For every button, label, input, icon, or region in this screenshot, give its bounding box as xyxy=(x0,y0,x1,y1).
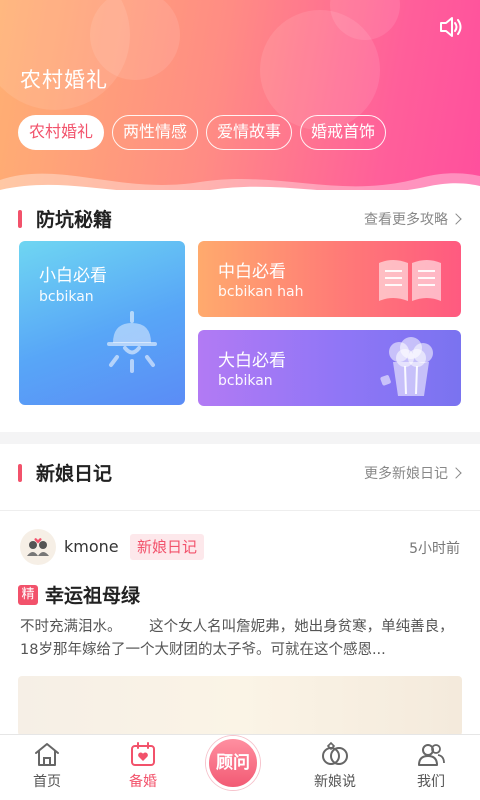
nav-label: 新娘说 xyxy=(314,774,356,790)
diary-badge: 新娘日记 xyxy=(130,534,205,560)
nav-about-us[interactable]: 我们 xyxy=(396,741,466,791)
consult-button[interactable]: 顾问 xyxy=(206,736,260,790)
guide-card-intermediate[interactable]: 中白必看 bcbikan hah xyxy=(198,241,461,317)
bottom-nav: 首页 备婚 顾问 新娘说 我们 xyxy=(0,734,480,800)
home-icon xyxy=(35,743,59,766)
couple-avatar-icon xyxy=(27,538,49,556)
post-title[interactable]: 幸运祖母绿 xyxy=(45,581,140,608)
guides-section: 防坑秘籍 查看更多攻略 小白必看 bcbikan 中白必看 bcbikan ha… xyxy=(0,190,480,432)
page-title: 农村婚礼 xyxy=(20,68,108,92)
divider xyxy=(0,510,480,511)
chevron-right-icon xyxy=(450,213,462,225)
section-title: 防坑秘籍 xyxy=(36,209,113,231)
nav-label: 首页 xyxy=(33,774,61,790)
popcorn-icon xyxy=(380,337,433,396)
more-diary-link[interactable]: 更多新娘日记 xyxy=(364,463,462,483)
guide-card-advanced[interactable]: 大白必看 bcbikan xyxy=(198,330,461,406)
avatar[interactable] xyxy=(20,529,56,565)
chevron-right-icon xyxy=(450,467,462,479)
book-icon xyxy=(379,260,441,301)
nav-wedding-prep[interactable]: 备婚 xyxy=(108,741,178,791)
rings-icon xyxy=(322,741,348,765)
section-title: 新娘日记 xyxy=(36,463,113,485)
users-icon xyxy=(418,744,445,766)
more-diary-label: 更多新娘日记 xyxy=(364,466,448,482)
lamp-icon xyxy=(107,311,157,373)
diary-section: 新娘日记 更多新娘日记 kmone 新娘日记 5小时前 精 幸运祖母绿 不时充满… xyxy=(0,444,480,736)
more-guides-label: 查看更多攻略 xyxy=(364,212,448,228)
post-time: 5小时前 xyxy=(409,541,460,557)
nav-home[interactable]: 首页 xyxy=(12,741,82,791)
card-title: 小白必看 xyxy=(39,266,107,286)
section-accent-bar xyxy=(18,210,22,228)
username[interactable]: kmone xyxy=(64,537,119,556)
post-image[interactable] xyxy=(18,676,462,736)
card-title: 中白必看 xyxy=(218,262,286,282)
more-guides-link[interactable]: 查看更多攻略 xyxy=(364,209,462,229)
featured-tag: 精 xyxy=(18,585,38,605)
speaker-icon[interactable] xyxy=(438,14,464,40)
section-accent-bar xyxy=(18,464,22,482)
card-subtitle: bcbikan xyxy=(39,289,94,305)
nav-bride-says[interactable]: 新娘说 xyxy=(300,741,370,791)
nav-label: 备婚 xyxy=(129,774,157,790)
hero-banner: 农村婚礼 农村婚礼 两性情感 爱情故事 婚戒首饰 xyxy=(0,0,480,200)
calendar-heart-icon xyxy=(131,742,155,766)
card-subtitle: bcbikan hah xyxy=(218,284,304,300)
nav-label: 我们 xyxy=(417,774,445,790)
card-subtitle: bcbikan xyxy=(218,373,273,389)
card-title: 大白必看 xyxy=(218,351,286,371)
post-excerpt[interactable]: 不时充满泪水。 这个女人名叫詹妮弗，她出身贫寒，单纯善良，18岁那年嫁给了一个大… xyxy=(20,616,462,662)
guide-card-beginner[interactable]: 小白必看 bcbikan xyxy=(19,241,185,405)
